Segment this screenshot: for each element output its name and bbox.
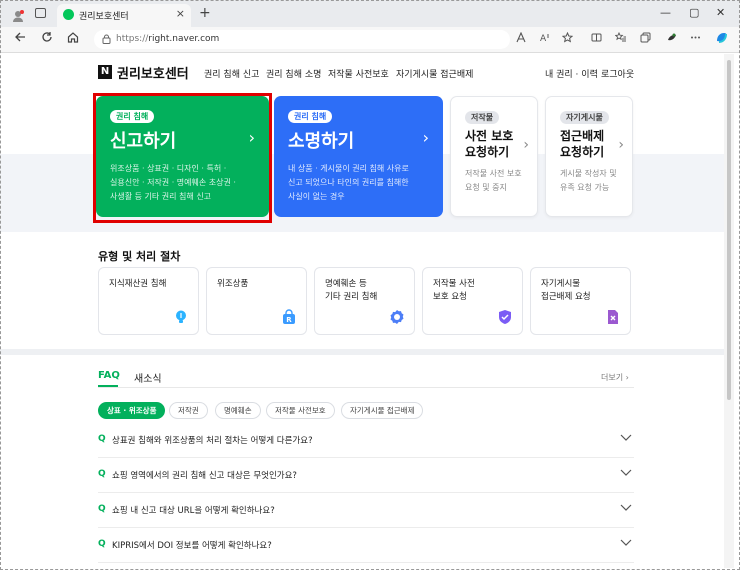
- site-favicon-icon: [63, 9, 74, 20]
- restore-button[interactable]: ▢: [689, 6, 699, 19]
- type-label: 저작물 사전 보호 요청: [433, 279, 475, 302]
- types-section-title: 유형 및 처리 절차: [98, 250, 181, 263]
- faq-question: 상표권 침해와 위조상품의 처리 절차는 어떻게 다른가요?: [112, 436, 313, 446]
- copilot-icon[interactable]: [715, 31, 728, 47]
- faq-item[interactable]: Q 쇼핑 내 신고 대상 URL을 어떻게 확인하나요?: [98, 493, 634, 528]
- collections-icon[interactable]: [640, 32, 651, 46]
- type-label: 명예훼손 등 기타 권리 침해: [325, 279, 378, 302]
- split-screen-icon[interactable]: [591, 32, 602, 46]
- refresh-icon[interactable]: [41, 31, 53, 47]
- page-content: N 권리보호센터 권리 침해 신고 권리 침해 소명 저작물 사전보호 자기게시…: [0, 54, 724, 568]
- type-label: 자기게시물 접근배제 요청: [541, 279, 591, 302]
- type-card-exclude[interactable]: 자기게시물 접근배제 요청: [530, 267, 631, 335]
- read-aloud-icon[interactable]: [516, 31, 527, 46]
- nav-my-rights[interactable]: 내 권리 · 이력: [545, 67, 598, 80]
- type-card-defamation[interactable]: 명예훼손 등 기타 권리 침해: [314, 267, 415, 335]
- preprotect-title: 사전 보호 요청하기: [465, 129, 514, 159]
- faq-q-mark: Q: [98, 434, 106, 444]
- lock-icon[interactable]: [102, 34, 111, 47]
- faq-question: KIPRIS에서 DOI 정보를 어떻게 확인하나요?: [112, 541, 272, 551]
- preprotect-badge: 저작물: [465, 111, 500, 124]
- address-toolbar: https://right.naver.com A: [0, 27, 740, 53]
- extensions-icon[interactable]: [666, 32, 677, 46]
- more-options-icon[interactable]: [690, 32, 701, 46]
- tab-title: 권리보호센터: [79, 12, 129, 22]
- faq-question: 쇼핑 내 신고 대상 URL을 어떻게 확인하나요?: [112, 506, 275, 516]
- immersive-reader-icon[interactable]: A: [540, 32, 551, 46]
- url-bar[interactable]: https://right.naver.com: [94, 30, 510, 49]
- explain-badge: 권리 침해: [288, 110, 333, 123]
- tabs-divider: [98, 387, 634, 388]
- faq-item[interactable]: Q KIPRIS에서 DOI 정보를 어떻게 확인하나요?: [98, 528, 634, 563]
- chip-exclude[interactable]: 자기게시물 접근배제: [341, 402, 424, 419]
- back-icon[interactable]: [14, 31, 26, 47]
- tab-faq[interactable]: FAQ: [98, 370, 120, 381]
- chip-defamation[interactable]: 명예훼손: [215, 402, 261, 419]
- chip-trademark[interactable]: 상표 · 위조상품: [98, 402, 166, 419]
- close-window-button[interactable]: ✕: [716, 6, 725, 19]
- explain-title: 소명하기: [288, 131, 355, 152]
- exclude-description: 게시물 작성자 및 유족 요청 가능: [560, 169, 617, 192]
- faq-item[interactable]: Q 쇼핑 영역에서의 권리 침해 신고 대상은 무엇인가요?: [98, 458, 634, 493]
- chip-copyright[interactable]: 저작권: [169, 402, 208, 419]
- site-title[interactable]: 권리보호센터: [117, 63, 189, 82]
- type-card-counterfeit[interactable]: 위조상품 R: [206, 267, 307, 335]
- naver-logo[interactable]: N: [98, 65, 112, 79]
- highlight-box: [93, 93, 272, 223]
- explain-description: 내 상품 · 게시물이 권리 침해 사유로 신고 되었으나 타인의 권리를 침해…: [288, 164, 409, 201]
- home-icon[interactable]: [67, 31, 79, 47]
- site-header: N 권리보호센터 권리 침해 신고 권리 침해 소명 저작물 사전보호 자기게시…: [0, 54, 724, 90]
- preprotect-card[interactable]: 저작물 사전 보호 요청하기 › 저작물 사전 보호 요청 및 중지: [450, 96, 538, 217]
- chevron-down-icon: [620, 501, 632, 516]
- chevron-down-icon: [620, 466, 632, 481]
- new-tab-button[interactable]: +: [199, 5, 211, 21]
- explain-arrow-icon: ›: [422, 128, 429, 147]
- lightbulb-icon: [173, 309, 189, 325]
- logout-link[interactable]: 로그아웃: [601, 67, 634, 80]
- tab-news[interactable]: 새소식: [134, 370, 162, 385]
- exclude-badge: 자기게시물: [560, 111, 609, 124]
- favorite-icon[interactable]: [561, 31, 574, 46]
- more-link[interactable]: 더보기 ›: [601, 372, 629, 383]
- faq-item[interactable]: Q 상표권 침해와 위조상품의 처리 절차는 어떻게 다른가요?: [98, 423, 634, 458]
- svg-text:A: A: [540, 34, 547, 43]
- explain-card[interactable]: 권리 침해 소명하기 › 내 상품 · 게시물이 권리 침해 사유로 신고 되었…: [274, 96, 443, 217]
- chevron-down-icon: [620, 431, 632, 446]
- nav-report[interactable]: 권리 침해 신고: [204, 67, 259, 80]
- shield-check-icon: [497, 309, 513, 325]
- section-divider: [0, 349, 724, 355]
- tab-actions-icon[interactable]: [35, 8, 46, 18]
- faq-q-mark: Q: [98, 469, 106, 479]
- type-card-preprotect[interactable]: 저작물 사전 보호 요청: [422, 267, 523, 335]
- url-text: https://right.naver.com: [116, 34, 220, 44]
- chevron-down-icon: [620, 536, 632, 551]
- favorites-icon[interactable]: [614, 31, 626, 46]
- tab-close-icon[interactable]: ×: [176, 7, 185, 20]
- nav-exclude[interactable]: 자기게시물 접근배제: [396, 67, 473, 80]
- profile-icon[interactable]: [12, 7, 24, 22]
- exclude-card[interactable]: 자기게시물 접근배제 요청하기 › 게시물 작성자 및 유족 요청 가능: [545, 96, 633, 217]
- nav-explain[interactable]: 권리 침해 소명: [266, 67, 321, 80]
- exclude-arrow-icon: ›: [618, 137, 624, 153]
- badge-icon: [389, 309, 405, 325]
- faq-q-mark: Q: [98, 539, 106, 549]
- scrollbar-thumb[interactable]: [727, 60, 731, 400]
- browser-tab-active[interactable]: 권리보호센터 ×: [57, 4, 191, 27]
- exclude-title: 접근배제 요청하기: [560, 129, 605, 159]
- type-label: 위조상품: [217, 279, 249, 289]
- type-label: 지식재산권 침해: [109, 279, 167, 289]
- faq-q-mark: Q: [98, 504, 106, 514]
- chip-preprotect[interactable]: 저작물 사전보호: [266, 402, 335, 419]
- faq-question: 쇼핑 영역에서의 권리 침해 신고 대상은 무엇인가요?: [112, 471, 297, 481]
- type-card-ip[interactable]: 지식재산권 침해: [98, 267, 199, 335]
- shopping-bag-icon: R: [281, 309, 297, 325]
- minimize-button[interactable]: —: [660, 6, 671, 19]
- browser-tabbar: 권리보호센터 × + — ▢ ✕: [0, 0, 740, 27]
- svg-text:R: R: [286, 316, 292, 324]
- nav-preprotect[interactable]: 저작물 사전보호: [328, 67, 389, 80]
- document-x-icon: [605, 309, 621, 325]
- preprotect-description: 저작물 사전 보호 요청 및 중지: [465, 169, 522, 192]
- preprotect-arrow-icon: ›: [523, 137, 529, 153]
